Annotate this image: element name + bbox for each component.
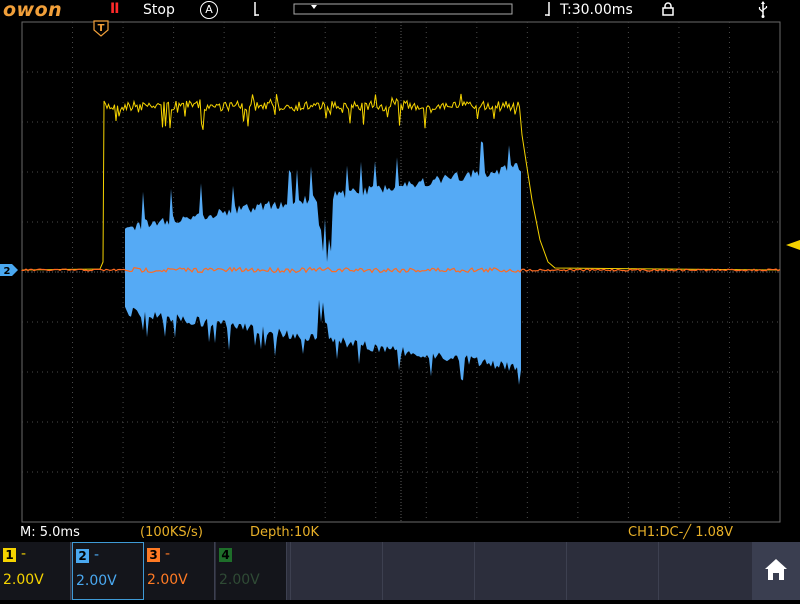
lock-icon <box>662 2 674 16</box>
brand-logo: owon <box>3 0 63 21</box>
trigger-info[interactable]: CH1:DC-╱ 1.08V <box>628 525 733 540</box>
main-timebase-scale[interactable]: M: 5.0ms <box>20 525 80 540</box>
pause-icon[interactable]: II <box>110 1 119 17</box>
acquire-mode-icon[interactable]: A <box>200 1 218 19</box>
status-bar: owon II Stop A T:30.00ms <box>0 0 800 21</box>
channel-4-badge: 4 <box>219 548 232 562</box>
run-state-label[interactable]: Stop <box>143 2 175 18</box>
sample-rate: (100KS/s) <box>140 525 203 540</box>
soft-key-1[interactable] <box>290 542 383 600</box>
acquisition-info-row: M: 5.0ms (100KS/s) Depth:10K CH1:DC-╱ 1.… <box>0 524 800 542</box>
channel-1-coupling: - <box>21 546 27 562</box>
channel-1-button[interactable]: 1 - 2.00V <box>0 542 71 600</box>
home-button[interactable] <box>752 542 800 600</box>
channel-2-waveform <box>125 141 521 385</box>
usb-icon <box>758 1 768 18</box>
trigger-level-marker[interactable] <box>786 240 800 250</box>
channel-1-badge: 1 <box>3 548 16 562</box>
waveform-display[interactable]: T 2 <box>0 20 800 524</box>
channel-2-badge: 2 <box>76 549 89 563</box>
soft-key-2[interactable] <box>382 542 475 600</box>
timebase-position-indicator[interactable] <box>254 2 550 16</box>
channel-2-reference-marker[interactable]: 2 <box>0 264 18 277</box>
channel-2-volts: 2.00V <box>76 573 117 589</box>
soft-key-3[interactable] <box>474 542 567 600</box>
channel-2-coupling: - <box>94 547 100 563</box>
channel-3-button[interactable]: 3 - 2.00V <box>144 542 215 600</box>
channel-3-badge: 3 <box>147 548 160 562</box>
home-icon <box>765 559 787 580</box>
soft-key-5[interactable] <box>658 542 753 600</box>
timebase-label[interactable]: T:30.00ms <box>560 2 633 18</box>
ch2-ref-label: 2 <box>4 266 11 277</box>
soft-key-4[interactable] <box>566 542 659 600</box>
channel-3-coupling: - <box>165 546 171 562</box>
channel-3-volts: 2.00V <box>147 572 188 588</box>
channel-bar: 1 - 2.00V 2 - 2.00V 3 - 2.00V 4 2.00V <box>0 542 800 600</box>
channel-1-volts: 2.00V <box>3 572 44 588</box>
trigger-marker-label: T <box>98 23 105 34</box>
channel-4-volts: 2.00V <box>219 572 260 588</box>
channel-4-button[interactable]: 4 2.00V <box>216 542 287 600</box>
channel-2-button[interactable]: 2 - 2.00V <box>72 542 144 600</box>
trigger-position-marker[interactable]: T <box>93 20 109 37</box>
record-depth[interactable]: Depth:10K <box>250 525 319 540</box>
